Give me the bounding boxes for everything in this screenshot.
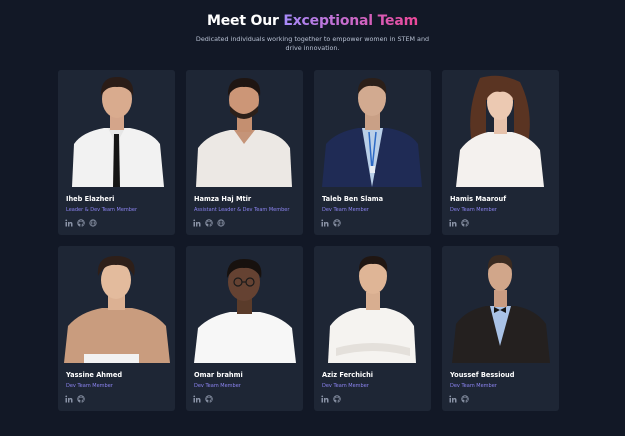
team-card: Iheb Elazheri Leader & Dev Team Member: [58, 70, 175, 235]
team-card: Taleb Ben Slama Dev Team Member: [314, 70, 431, 235]
social-links: [449, 395, 469, 403]
member-photo: [442, 70, 559, 187]
member-name: Taleb Ben Slama: [322, 195, 384, 203]
linkedin-icon[interactable]: [193, 395, 201, 403]
member-role: Dev Team Member: [322, 207, 369, 213]
member-role: Dev Team Member: [450, 383, 497, 389]
member-photo: [442, 246, 559, 363]
member-role: Dev Team Member: [194, 383, 241, 389]
member-photo: [58, 246, 175, 363]
globe-icon[interactable]: [89, 219, 97, 227]
social-links: [321, 219, 341, 227]
linkedin-icon[interactable]: [65, 219, 73, 227]
member-photo: [58, 70, 175, 187]
social-links: [65, 395, 85, 403]
member-role: Dev Team Member: [66, 383, 113, 389]
linkedin-icon[interactable]: [321, 219, 329, 227]
member-name: Yassine Ahmed: [66, 371, 123, 379]
linkedin-icon[interactable]: [449, 219, 457, 227]
section-subtitle: Dedicated individuals working together t…: [195, 35, 430, 52]
social-links: [449, 219, 469, 227]
linkedin-icon[interactable]: [193, 219, 201, 227]
member-name: Hamis Maarouf: [450, 195, 507, 203]
team-card: Aziz Ferchichi Dev Team Member: [314, 246, 431, 411]
github-icon[interactable]: [205, 395, 213, 403]
title-accent: Exceptional Team: [283, 13, 418, 29]
team-card: Omar brahmi Dev Team Member: [186, 246, 303, 411]
social-links: [193, 395, 213, 403]
github-icon[interactable]: [461, 219, 469, 227]
team-card: Hamis Maarouf Dev Team Member: [442, 70, 559, 235]
social-links: [65, 219, 97, 227]
team-card: Yassine Ahmed Dev Team Member: [58, 246, 175, 411]
member-role: Dev Team Member: [450, 207, 497, 213]
member-photo: [186, 246, 303, 363]
member-role: Leader & Dev Team Member: [66, 207, 138, 213]
section-title: Meet Our Exceptional Team: [0, 13, 625, 29]
member-name: Hamza Haj Mtir: [194, 195, 252, 203]
github-icon[interactable]: [77, 219, 85, 227]
team-card: Hamza Haj Mtir Assistant Leader & Dev Te…: [186, 70, 303, 235]
github-icon[interactable]: [333, 219, 341, 227]
social-links: [321, 395, 341, 403]
member-name: Iheb Elazheri: [66, 195, 115, 203]
member-photo: [314, 70, 431, 187]
member-name: Youssef Bessioud: [450, 371, 515, 379]
github-icon[interactable]: [77, 395, 85, 403]
title-prefix: Meet Our: [207, 13, 279, 29]
github-icon[interactable]: [333, 395, 341, 403]
member-role: Assistant Leader & Dev Team Member: [194, 207, 290, 213]
member-name: Aziz Ferchichi: [322, 371, 374, 379]
team-card: Youssef Bessioud Dev Team Member: [442, 246, 559, 411]
linkedin-icon[interactable]: [65, 395, 73, 403]
social-links: [193, 219, 225, 227]
member-name: Omar brahmi: [194, 371, 243, 379]
github-icon[interactable]: [205, 219, 213, 227]
linkedin-icon[interactable]: [449, 395, 457, 403]
member-photo: [186, 70, 303, 187]
member-photo: [314, 246, 431, 363]
member-role: Dev Team Member: [322, 383, 369, 389]
linkedin-icon[interactable]: [321, 395, 329, 403]
globe-icon[interactable]: [217, 219, 225, 227]
github-icon[interactable]: [461, 395, 469, 403]
team-section: Meet Our Exceptional Team Dedicated indi…: [0, 0, 625, 436]
